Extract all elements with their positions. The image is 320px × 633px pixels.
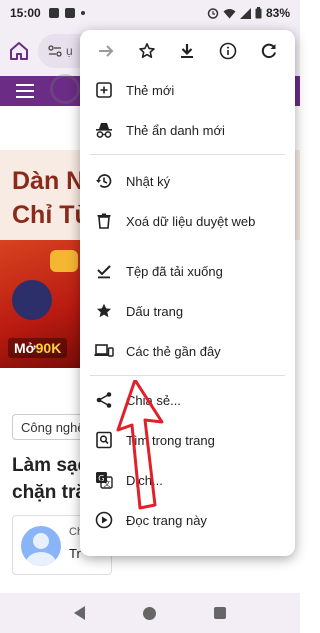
page-info-button[interactable]	[214, 37, 242, 65]
back-icon[interactable]	[74, 606, 85, 620]
wifi-icon	[223, 8, 236, 18]
banner-badge-graphic	[50, 250, 78, 272]
menu-divider	[90, 375, 285, 376]
menu-item-label: Thẻ ẩn danh mới	[126, 122, 225, 138]
menu-item-label: Dấu trang	[126, 303, 184, 319]
menu-divider	[90, 154, 285, 155]
status-time: 15:00	[10, 6, 41, 20]
play-icon	[95, 511, 113, 529]
menu-item-bookmarks[interactable]: Dấu trang	[80, 291, 295, 331]
menu-item-clear-browsing-data[interactable]: Xoá dữ liệu duyệt web	[80, 201, 295, 241]
new-tab-icon	[96, 82, 112, 98]
menu-item-label: Các thẻ gần đây	[126, 343, 221, 359]
menu-item-new-tab[interactable]: Thẻ mới	[80, 70, 295, 110]
status-bar: 15:00 83%	[0, 0, 300, 26]
trash-icon	[97, 213, 111, 229]
site-settings-icon[interactable]	[48, 45, 62, 57]
info-icon	[219, 42, 237, 60]
alarm-icon	[207, 8, 219, 19]
url-text: ụ	[66, 44, 73, 58]
app-notification-icon	[64, 8, 75, 18]
reload-button[interactable]	[255, 37, 283, 65]
download-icon	[181, 44, 194, 58]
banner-caption-text: Mở	[14, 340, 36, 356]
arrow-right-icon	[99, 45, 114, 57]
devices-icon	[94, 344, 114, 357]
reload-icon	[261, 43, 276, 59]
menu-item-label: Tệp đã tải xuống	[126, 263, 223, 279]
menu-item-downloads[interactable]: Tệp đã tải xuống	[80, 251, 295, 291]
banner-character-graphic	[12, 280, 52, 320]
system-navigation-bar	[0, 593, 300, 633]
avatar	[21, 526, 61, 566]
star-outline-icon	[139, 43, 155, 58]
downloads-check-icon	[97, 265, 111, 279]
status-right: 83%	[207, 6, 290, 20]
watermark-logo-icon	[50, 74, 80, 104]
more-notifications-icon	[80, 11, 85, 15]
notification-icons	[48, 8, 85, 18]
forward-button[interactable]	[92, 37, 120, 65]
incognito-icon	[96, 123, 112, 138]
star-icon	[97, 303, 111, 318]
signal-icon	[239, 7, 251, 19]
menu-item-history[interactable]: Nhật ký	[80, 161, 295, 201]
history-icon	[96, 174, 112, 188]
home-icon[interactable]	[8, 40, 30, 62]
recents-icon[interactable]	[214, 607, 226, 619]
banner-caption: Mở90K	[8, 338, 68, 358]
bookmark-button[interactable]	[133, 37, 161, 65]
home-circle-icon[interactable]	[143, 606, 156, 620]
menu-item-label: Nhật ký	[126, 173, 171, 189]
menu-item-label: Đọc trang này	[126, 512, 207, 528]
hamburger-menu-icon[interactable]	[16, 80, 34, 102]
image-notification-icon	[48, 8, 59, 18]
menu-action-row	[80, 30, 295, 72]
download-button[interactable]	[173, 37, 201, 65]
menu-item-label: Xoá dữ liệu duyệt web	[126, 213, 256, 229]
menu-item-recent-tabs[interactable]: Các thẻ gần đây	[80, 331, 295, 371]
menu-item-incognito-tab[interactable]: Thẻ ẩn danh mới	[80, 110, 295, 150]
red-arrow-annotation-icon	[116, 380, 164, 510]
menu-item-label: Thẻ mới	[126, 82, 175, 98]
banner-price: 90K	[35, 340, 62, 356]
battery-icon	[255, 7, 262, 19]
battery-level: 83%	[265, 6, 290, 20]
